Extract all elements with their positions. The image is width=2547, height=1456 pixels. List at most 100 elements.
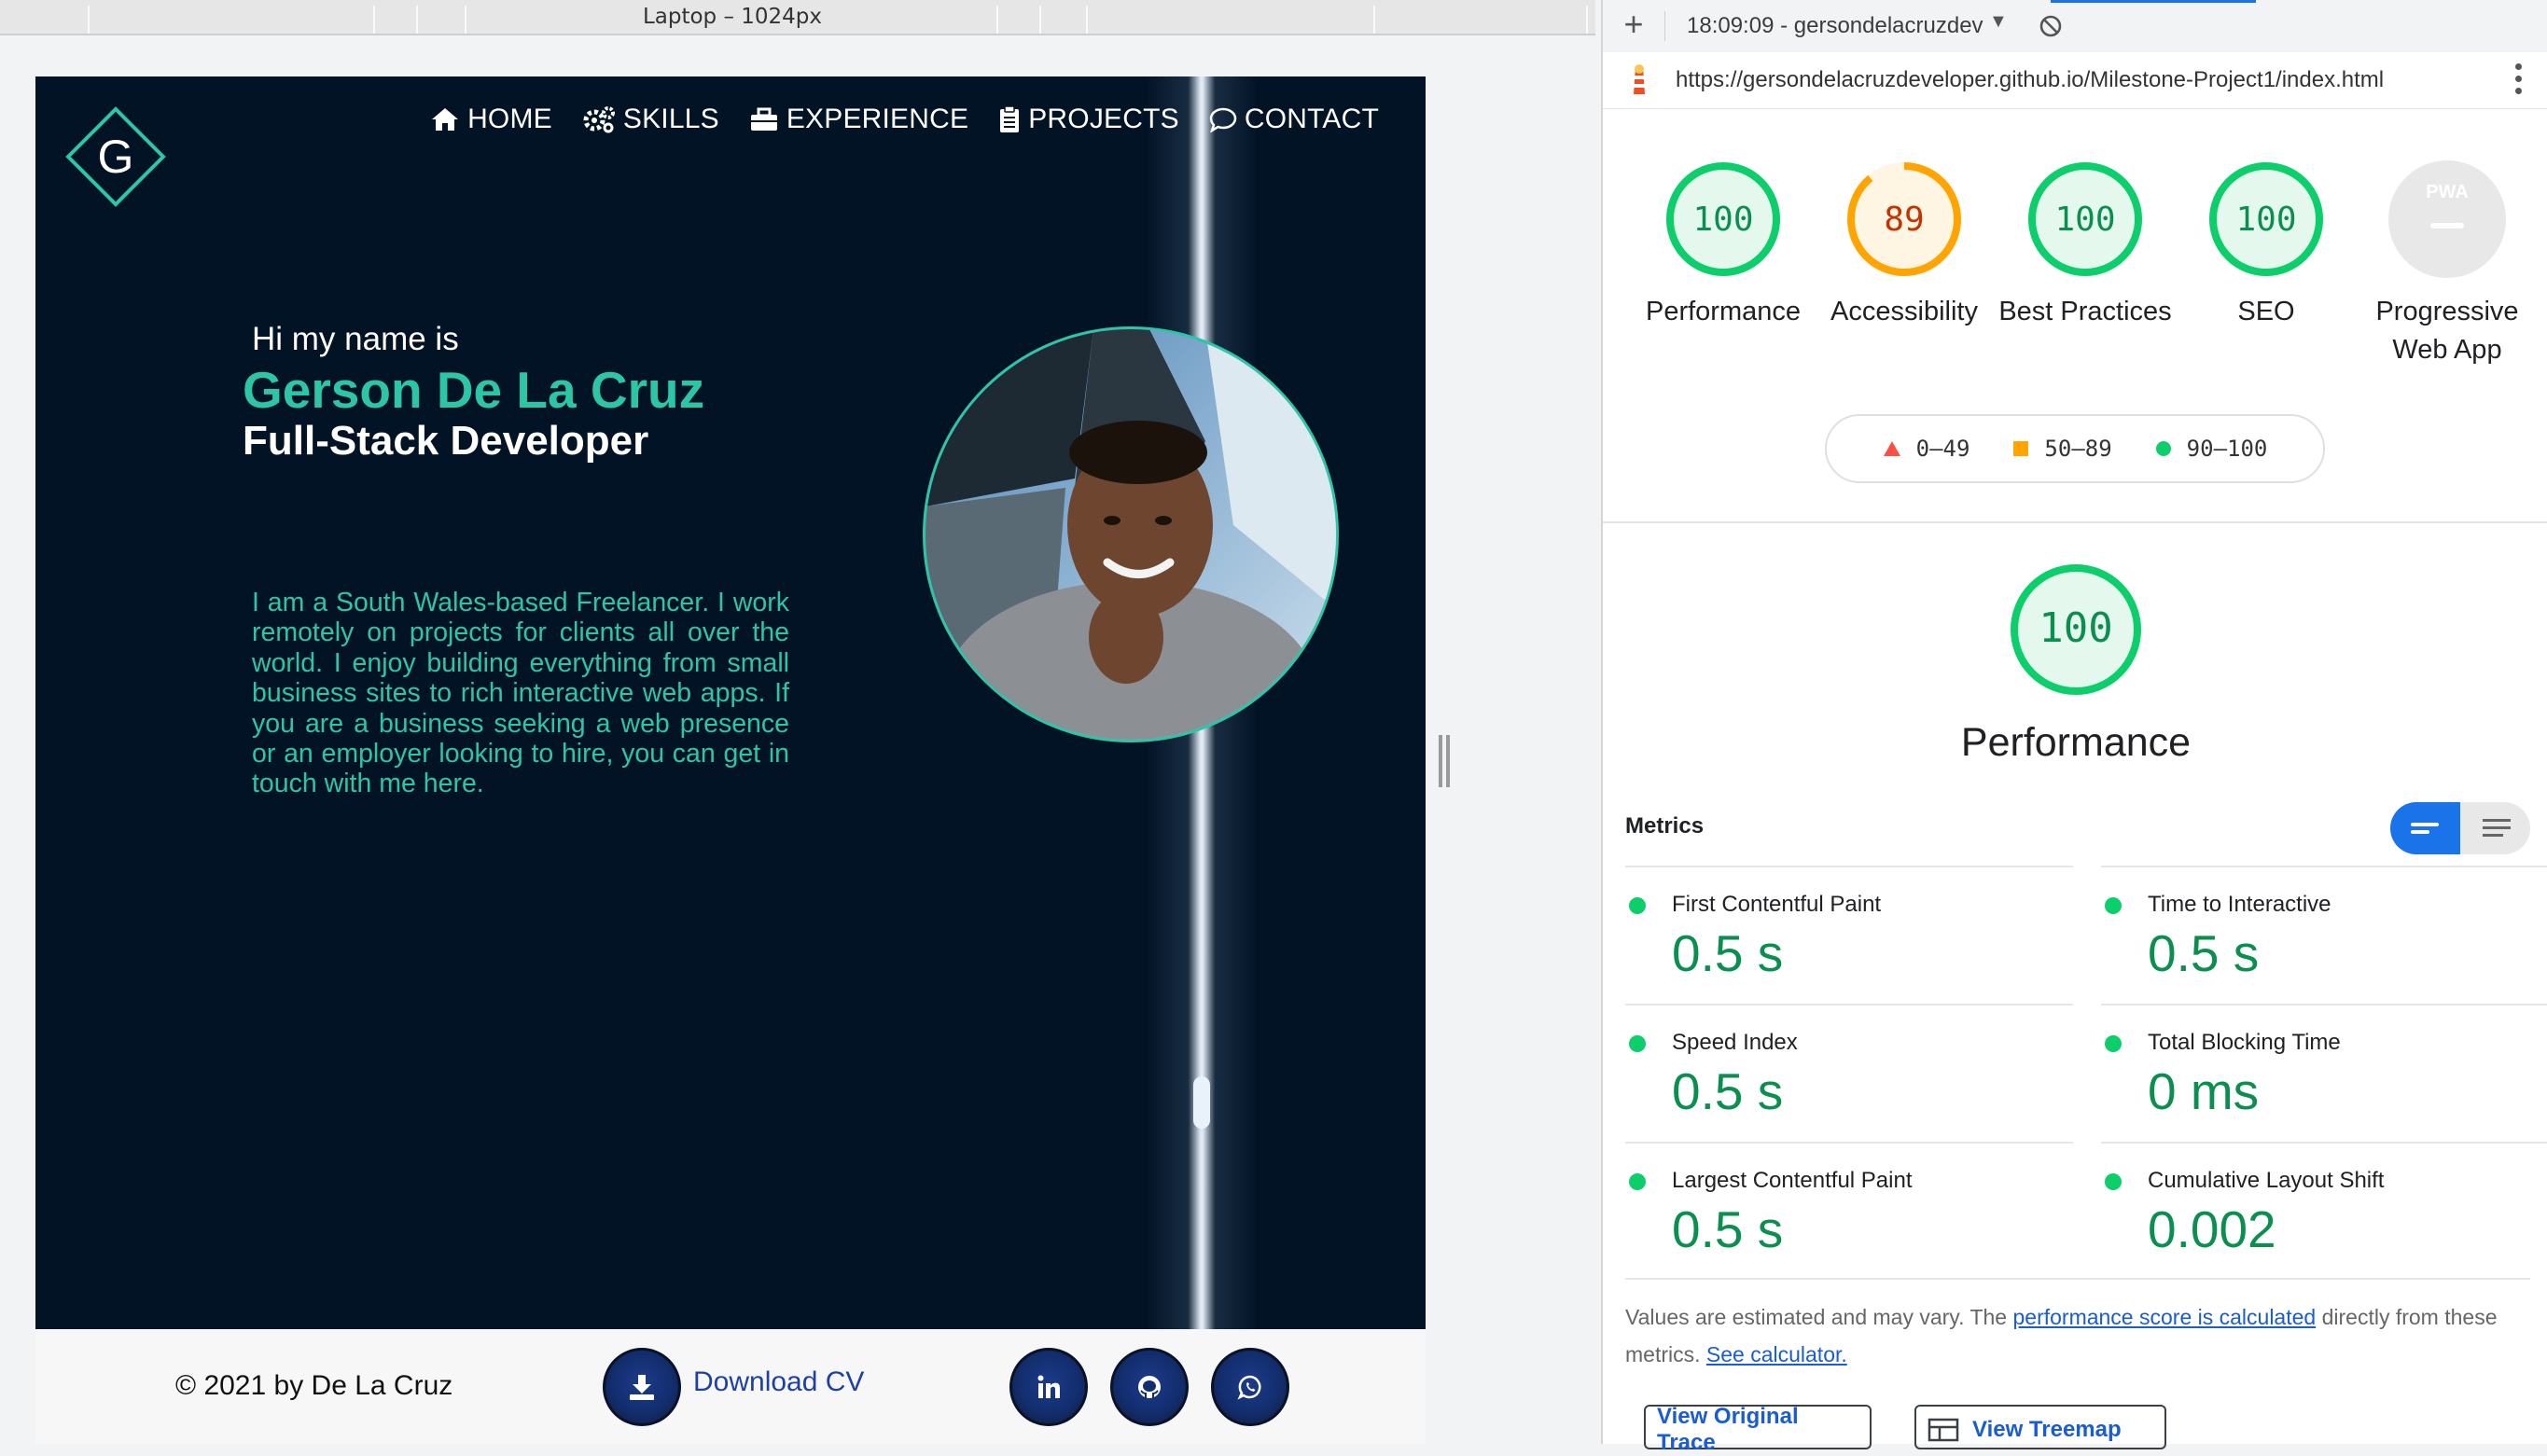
- score-gauge-icon: 100: [1666, 162, 1780, 276]
- active-tab-indicator: [2051, 0, 2256, 3]
- svg-text:100: 100: [2235, 201, 2296, 239]
- svg-text:89: 89: [1884, 201, 1924, 239]
- more-options-icon[interactable]: [2515, 63, 2523, 97]
- metric-divider: [2101, 866, 2547, 867]
- github-icon: [1138, 1376, 1161, 1399]
- expanded-lines-icon[interactable]: [2460, 802, 2530, 854]
- metric-divider: [1625, 1004, 2073, 1005]
- pass-dot-icon: [2105, 1035, 2122, 1052]
- triangle-icon: [1883, 441, 1900, 456]
- compact-lines-icon: [2411, 823, 2439, 834]
- metric-label: Time to Interactive: [2148, 892, 2331, 917]
- metric-divider: [2101, 1004, 2547, 1005]
- hero-section: G HOME SKILLS EXPERIENCE PROJECTS CONTAC…: [35, 76, 1426, 1329]
- nav-label: HOME: [467, 104, 552, 134]
- metric-value: 0.002: [2148, 1200, 2276, 1258]
- device-emulation-pane: Laptop – 1024px G HOME SKILLS EXPERIENCE…: [0, 0, 1595, 1444]
- new-report-button[interactable]: +: [1620, 7, 1648, 41]
- metrics-note: Values are estimated and may vary. The p…: [1625, 1298, 2521, 1373]
- toolbox-icon: [750, 107, 777, 131]
- treemap-icon: [1928, 1418, 1959, 1442]
- legend-pass: 90–100: [2155, 436, 2268, 462]
- pass-dot-icon: [1629, 1035, 1646, 1052]
- svg-text:G: G: [98, 131, 134, 183]
- legend-range: 90–100: [2186, 436, 2268, 462]
- metric-value: 0 ms: [2148, 1062, 2260, 1120]
- score-gauge-icon: 100: [2209, 162, 2323, 276]
- category-gauge[interactable]: 100 Best Practices: [1997, 159, 2174, 331]
- svg-text:100: 100: [2054, 201, 2115, 239]
- metric-value: 0.5 s: [2148, 924, 2260, 982]
- metric-divider: [2101, 1142, 2547, 1144]
- pass-dot-icon: [2105, 897, 2122, 914]
- linkedin-button[interactable]: [1009, 1348, 1088, 1426]
- note-text: Values are estimated and may vary. The: [1625, 1305, 2013, 1329]
- device-ruler: Laptop – 1024px: [0, 0, 1595, 35]
- logo[interactable]: G: [64, 105, 167, 208]
- site-footer: © 2021 by De La Cruz Download CV: [35, 1329, 1426, 1444]
- category-gauge[interactable]: 100 Performance: [1635, 159, 1812, 331]
- metric-value: 0.5 s: [1672, 1200, 1784, 1258]
- download-cv-button[interactable]: [603, 1348, 681, 1426]
- github-button[interactable]: [1110, 1348, 1189, 1426]
- dropdown-arrow-icon[interactable]: ▼: [1989, 11, 2008, 33]
- pass-dot-icon: [2105, 1173, 2122, 1190]
- metric-divider: [1625, 866, 2073, 867]
- nav-home[interactable]: HOME: [430, 104, 552, 135]
- button-label: View Treemap: [1972, 1417, 2122, 1442]
- metric-divider: [1625, 1142, 2073, 1144]
- svg-text:PWA: PWA: [2426, 182, 2469, 202]
- nav-contact[interactable]: CONTACT: [1209, 104, 1379, 135]
- hero-greeting: Hi my name is: [252, 321, 459, 357]
- pwa-badge-icon: PWA: [2388, 160, 2506, 278]
- category-gauge[interactable]: 89 Accessibility: [1816, 159, 1993, 331]
- report-url[interactable]: https://gersondelacruzdeveloper.github.i…: [1676, 67, 2384, 93]
- main-nav: HOME SKILLS EXPERIENCE PROJECTS CONTACT: [430, 104, 1379, 135]
- nav-experience[interactable]: EXPERIENCE: [749, 104, 968, 135]
- nav-label: EXPERIENCE: [786, 104, 969, 134]
- linkedin-icon: [1037, 1375, 1060, 1398]
- score-gauge-icon: 89: [1847, 162, 1961, 276]
- website-viewport: G HOME SKILLS EXPERIENCE PROJECTS CONTAC…: [35, 76, 1426, 1444]
- lighthouse-toolbar: + 18:09:09 - gersondelacruzdev ▼: [1603, 0, 2547, 53]
- hero-name: Gerson De La Cruz: [243, 361, 705, 419]
- metric-label: First Contentful Paint: [1672, 892, 1882, 917]
- nav-skills[interactable]: SKILLS: [582, 104, 719, 135]
- device-size-label: Laptop – 1024px: [642, 5, 823, 29]
- clear-reports-icon[interactable]: [2038, 13, 2064, 39]
- toolbar-divider: [1664, 11, 1665, 41]
- see-calculator-link[interactable]: See calculator.: [1706, 1342, 1847, 1366]
- category-gauge[interactable]: 100 SEO: [2178, 159, 2355, 331]
- report-url-bar: https://gersondelacruzdeveloper.github.i…: [1603, 52, 2547, 109]
- metrics-divider: [1625, 1278, 2530, 1280]
- legend-range: 50–89: [2044, 436, 2112, 462]
- view-original-trace-button[interactable]: View Original Trace: [1644, 1404, 1872, 1455]
- toggle-compact-view[interactable]: [2390, 802, 2460, 854]
- category-label: Performance: [1645, 297, 1801, 326]
- metric-label: Speed Index: [1672, 1030, 1798, 1055]
- chat-icon: [1209, 107, 1237, 132]
- lighthouse-panel: + 18:09:09 - gersondelacruzdev ▼ https:/…: [1601, 0, 2547, 1455]
- legend-range: 0–49: [1915, 436, 1970, 462]
- svg-text:100: 100: [2039, 604, 2112, 652]
- download-cv-link[interactable]: Download CV: [693, 1366, 864, 1398]
- clipboard-icon: [1000, 105, 1020, 132]
- nav-label: SKILLS: [622, 104, 719, 134]
- metric-label: Largest Contentful Paint: [1672, 1168, 1913, 1193]
- hero-role: Full-Stack Developer: [243, 418, 649, 464]
- nav-projects[interactable]: PROJECTS: [998, 104, 1179, 135]
- metric-value: 0.5 s: [1672, 1062, 1784, 1120]
- score-calculated-link[interactable]: performance score is calculated: [2012, 1305, 2316, 1329]
- metric-label: Total Blocking Time: [2148, 1030, 2341, 1055]
- legend-fail: 0–49: [1883, 436, 1970, 462]
- pass-dot-icon: [1629, 897, 1646, 914]
- device-resize-handle[interactable]: [1439, 735, 1452, 787]
- copyright-text: © 2021 by De La Cruz: [175, 1370, 453, 1401]
- whatsapp-button[interactable]: [1211, 1348, 1289, 1426]
- category-label: Progressive Web App: [2375, 297, 2519, 365]
- view-treemap-button[interactable]: View Treemap: [1914, 1405, 2166, 1449]
- category-gauge[interactable]: PWA Progressive Web App: [2359, 159, 2536, 369]
- whatsapp-icon: [1237, 1375, 1261, 1400]
- report-session-select[interactable]: 18:09:09 - gersondelacruzdev: [1687, 13, 1983, 39]
- metrics-view-toggle[interactable]: [2390, 802, 2530, 854]
